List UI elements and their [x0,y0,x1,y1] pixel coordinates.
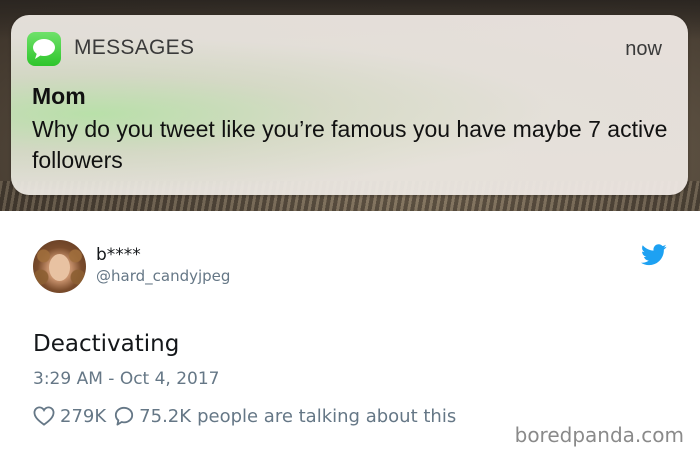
avatar[interactable] [33,240,86,293]
tweet-text: Deactivating [33,331,180,357]
display-name[interactable]: b**** [96,245,141,265]
speech-bubble-icon [33,39,55,59]
heart-icon [33,406,55,426]
notification-message: Why do you tweet like you’re famous you … [32,116,668,173]
tweet-card: b**** @hard_candyjpeg Deactivating 3:29 … [0,211,700,459]
watermark: boredpanda.com [514,423,684,447]
tweet-timestamp[interactable]: 3:29 AM - Oct 4, 2017 [33,369,220,389]
messages-app-icon [27,32,61,66]
message-notification[interactable]: MESSAGES now Mom Why do you tweet like y… [11,15,688,195]
like-button[interactable]: 279K [33,406,106,427]
tweet-actions: 279K 75.2K people are talking about this [33,403,456,429]
notification-time: now [625,38,662,60]
notification-sender: Mom [32,83,86,109]
user-handle[interactable]: @hard_candyjpeg [96,267,230,285]
reply-button[interactable]: 75.2K [114,406,191,427]
app-name: MESSAGES [74,36,195,59]
engagement-text[interactable]: people are talking about this [197,406,456,427]
twitter-bird-icon[interactable] [641,244,667,266]
reply-count: 75.2K [139,405,192,427]
speech-bubble-icon [115,406,134,426]
like-count: 279K [60,405,107,427]
notification-header: MESSAGES now [11,15,688,81]
